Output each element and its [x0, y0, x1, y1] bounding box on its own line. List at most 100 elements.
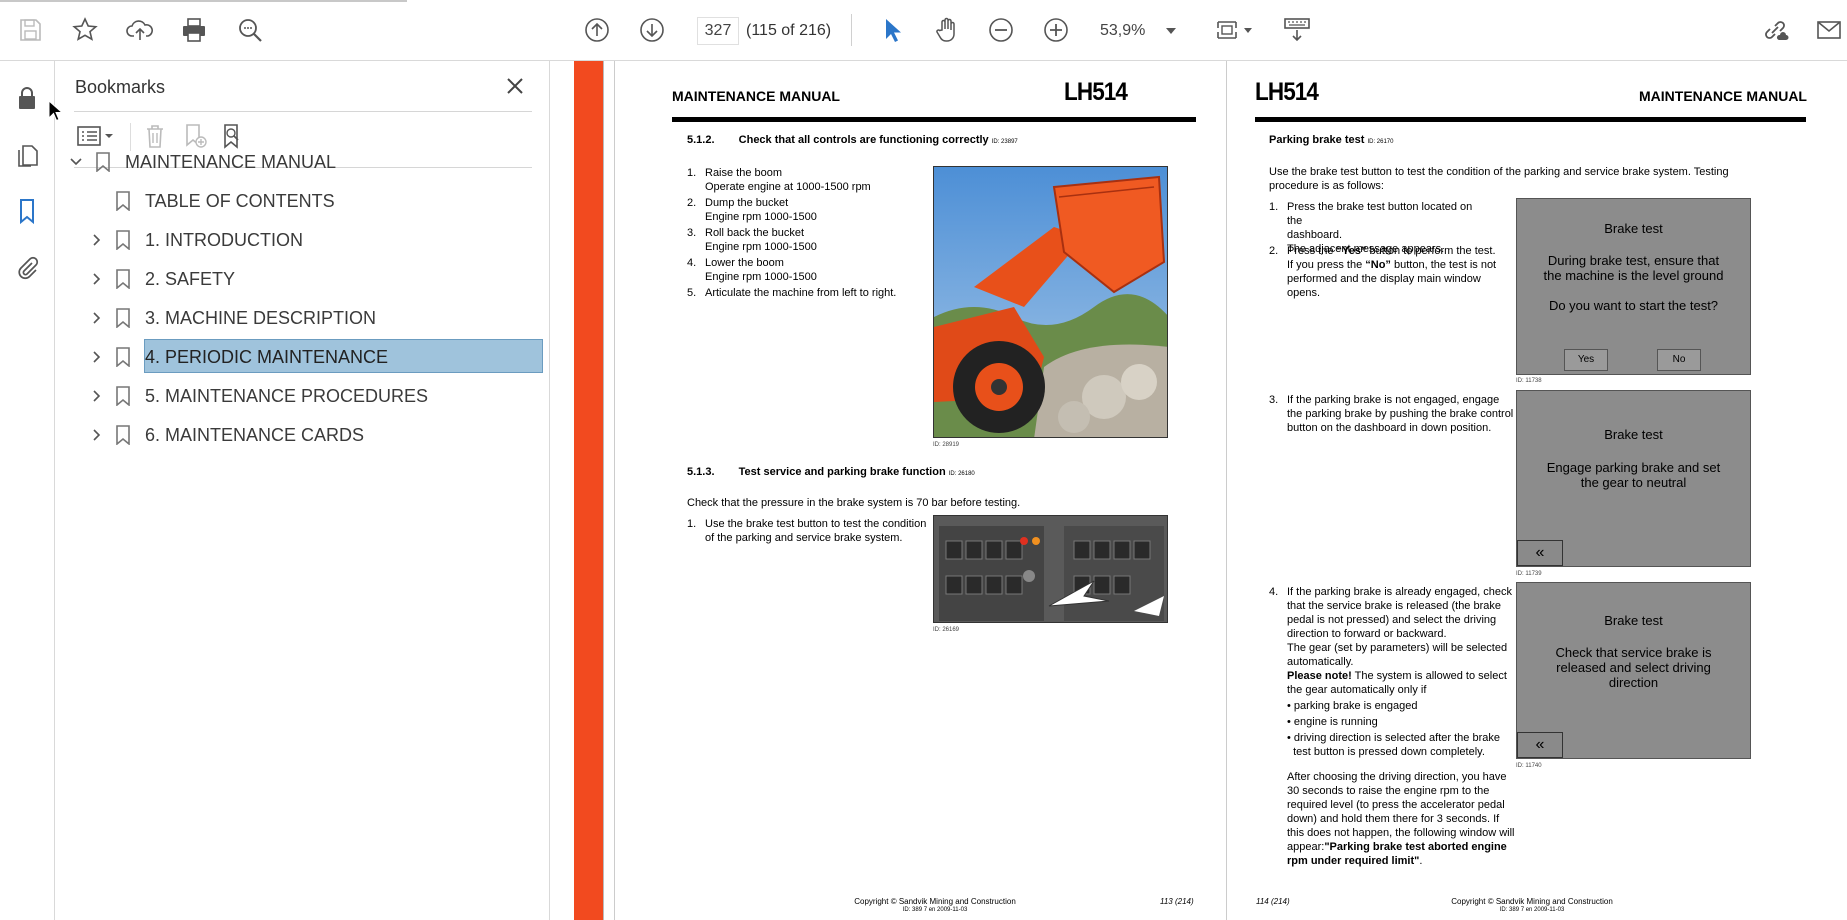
- cloud-upload-icon: [126, 20, 153, 40]
- image-id: ID: 28919: [933, 442, 960, 448]
- cursor-arrow-icon: [886, 19, 901, 42]
- star-icon: [72, 17, 98, 41]
- brand-logo: LH514: [1064, 78, 1128, 106]
- page-number-input[interactable]: 327: [697, 17, 739, 45]
- dashboard-illustration: [934, 516, 1167, 622]
- bookmark-item[interactable]: 2. SAFETY: [56, 261, 550, 297]
- bookmark-icon: [116, 425, 130, 445]
- dashboard-photo: [933, 515, 1168, 623]
- bookmark-icon: [116, 386, 130, 406]
- page-header-title: MAINTENANCE MANUAL: [1639, 88, 1807, 104]
- zoom-out-button[interactable]: [984, 13, 1018, 47]
- panel-title: Bookmarks: [75, 77, 166, 97]
- screen-text: the gear to neutral: [1580, 475, 1687, 490]
- attachments-button[interactable]: [8, 249, 46, 287]
- main-toolbar: 327 (115 of 216) 53,9%: [0, 0, 1847, 61]
- chevron-down-icon[interactable]: [1244, 28, 1252, 33]
- page-footer: Copyright © Sandvik Mining and Construct…: [1412, 897, 1652, 915]
- page-thumbnails-button[interactable]: [8, 135, 46, 173]
- screen-text: Engage parking brake and set: [1546, 460, 1721, 475]
- chevron-right-icon[interactable]: [90, 389, 104, 403]
- scroll-mode-button[interactable]: [1280, 13, 1314, 47]
- security-button[interactable]: [8, 79, 46, 117]
- back-button: «: [1517, 540, 1563, 566]
- screen-text: Check that service brake is: [1555, 645, 1712, 660]
- step-4-text: Lower the boom Engine rpm 1000-1500: [705, 257, 817, 283]
- bookmark-icon: [20, 199, 34, 225]
- page-fit-button[interactable]: [1210, 13, 1244, 47]
- bookmark-star-button[interactable]: [68, 13, 102, 47]
- brake-test-screen-2: Brake test Engage parking brake and set …: [1516, 390, 1751, 567]
- chevron-down-icon[interactable]: [69, 155, 83, 169]
- step-number: 3.: [1269, 394, 1279, 406]
- section-number: 5.1.3.: [687, 466, 715, 478]
- section-number: 5.1.2.: [687, 134, 715, 146]
- section-title: Test service and parking brake function: [738, 466, 946, 478]
- minus-circle-icon: [989, 18, 1013, 42]
- copy-pages-icon: [18, 145, 38, 167]
- bookmark-item[interactable]: 6. MAINTENANCE CARDS: [56, 417, 550, 453]
- magnify-icon: [239, 19, 262, 42]
- section-title: Parking brake test: [1269, 134, 1365, 146]
- paragraph: Check that the pressure in the brake sys…: [687, 497, 1021, 509]
- step-text: Use the brake test button to test the co…: [705, 518, 927, 544]
- chevron-right-icon[interactable]: [90, 350, 104, 364]
- bookmark-item[interactable]: 1. INTRODUCTION: [56, 222, 550, 258]
- bookmark-item-selected[interactable]: 4. PERIODIC MAINTENANCE: [56, 339, 550, 375]
- send-email-button[interactable]: [1812, 13, 1846, 47]
- step-number: 2.: [1269, 245, 1279, 257]
- lock-icon: [19, 87, 35, 109]
- tab-indicator: [0, 0, 407, 2]
- bookmark-item[interactable]: MAINTENANCE MANUAL: [56, 144, 550, 180]
- bookmark-item[interactable]: 3. MACHINE DESCRIPTION: [56, 300, 550, 336]
- previous-page-button[interactable]: [580, 13, 614, 47]
- loader-photo: [933, 166, 1168, 438]
- bookmark-label: TABLE OF CONTENTS: [145, 191, 335, 211]
- bullet-list: • parking brake is engaged • engine is r…: [1287, 700, 1500, 758]
- page-edge: [603, 61, 613, 920]
- zoom-in-button[interactable]: [1039, 13, 1073, 47]
- bullet-item: driving direction is selected after the …: [1293, 732, 1500, 744]
- chevron-right-icon[interactable]: [90, 311, 104, 325]
- paragraph: Use the brake test button to test the co…: [1269, 166, 1729, 192]
- chevron-right-icon[interactable]: [90, 233, 104, 247]
- screen-text: the machine is the level ground: [1543, 268, 1724, 283]
- next-page-button[interactable]: [635, 13, 669, 47]
- save-icon: [20, 19, 41, 41]
- screen-text: During brake test, ensure that: [1547, 253, 1720, 268]
- step-number: 1.: [687, 518, 697, 530]
- chevron-right-icon[interactable]: [90, 428, 104, 442]
- bookmark-item[interactable]: TABLE OF CONTENTS: [56, 183, 550, 219]
- envelope-icon: [1817, 21, 1841, 39]
- step-text: If the parking brake is already engaged,…: [1287, 586, 1513, 696]
- close-panel-button[interactable]: [502, 73, 528, 99]
- save-button[interactable]: [13, 13, 47, 47]
- step-1-text: Raise the boom Operate engine at 1000-150…: [705, 167, 871, 193]
- bookmark-item[interactable]: 5. MAINTENANCE PROCEDURES: [56, 378, 550, 414]
- back-button: «: [1517, 732, 1563, 758]
- find-button[interactable]: [233, 13, 267, 47]
- bookmarks-panel-button[interactable]: [8, 192, 46, 230]
- section-heading: 5.1.3. Test service and parking brake fu…: [687, 466, 975, 478]
- print-button[interactable]: [177, 13, 211, 47]
- paragraph: After choosing the driving direction, yo…: [1287, 771, 1515, 867]
- hand-tool-button[interactable]: [930, 13, 964, 47]
- bullet-item: parking brake is engaged: [1293, 700, 1418, 712]
- select-tool-button[interactable]: [875, 13, 909, 47]
- screen-title: Brake test: [1604, 613, 1663, 628]
- zoom-level-select[interactable]: 53,9%: [1100, 22, 1145, 40]
- step-2-text: Dump the bucket Engine rpm 1000-1500: [705, 197, 817, 223]
- brand-logo: LH514: [1255, 78, 1319, 106]
- chevron-right-icon[interactable]: [90, 272, 104, 286]
- close-icon: [507, 78, 523, 94]
- brake-test-screen-1: Brake test During brake test, ensure tha…: [1516, 198, 1751, 375]
- divider: [74, 111, 532, 112]
- screen-title: Brake test: [1604, 221, 1663, 236]
- link-cloud-icon: [1765, 21, 1789, 40]
- chevron-down-icon[interactable]: [1166, 28, 1176, 34]
- bookmark-label: 4. PERIODIC MAINTENANCE: [145, 347, 389, 367]
- arrow-up-circle-icon: [585, 18, 609, 42]
- upload-button[interactable]: [123, 13, 157, 47]
- plus-circle-icon: [1044, 18, 1068, 42]
- share-link-button[interactable]: [1758, 13, 1792, 47]
